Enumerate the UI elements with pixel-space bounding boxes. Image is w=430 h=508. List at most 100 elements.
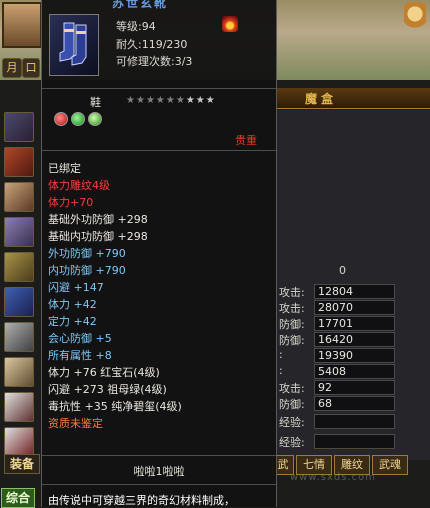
star-icon: ★ bbox=[195, 95, 206, 106]
divider bbox=[42, 484, 276, 485]
attribute-line: 基础内功防御 +298 bbox=[48, 230, 148, 243]
stat-row: 防御: 17701 bbox=[275, 316, 430, 331]
attribute-line: 资质未鉴定 bbox=[48, 417, 103, 430]
panel-button-wuhun[interactable]: 武魂 bbox=[372, 455, 408, 475]
stat-row: 经验: bbox=[275, 434, 430, 449]
stats-panel: 0 攻击: 12804 攻击: 28070 防御: 17701 防御: 16420 : 1… bbox=[275, 110, 430, 460]
attribute-list: 已绑定 体力雕纹4级 体力+70 基础外功防御 +298 基础内功防御 +298… bbox=[48, 160, 268, 432]
stat-label: : bbox=[279, 348, 283, 361]
item-owner: 啦啦1啦啦 bbox=[133, 465, 185, 478]
stat-label: 防御: bbox=[279, 398, 305, 411]
attribute-line: 所有属性 +8 bbox=[48, 349, 112, 362]
stat-row: 防御: 68 bbox=[275, 396, 430, 411]
divider bbox=[42, 455, 276, 456]
equip-slot-bracer[interactable] bbox=[4, 147, 34, 177]
stat-row: 防御: 16420 bbox=[275, 332, 430, 347]
item-repair-count: 可修理次数:3/3 bbox=[116, 55, 193, 68]
attribute-line: 体力+70 bbox=[48, 196, 94, 209]
stat-label: 经验: bbox=[279, 436, 305, 449]
star-icon: ★ bbox=[155, 95, 166, 106]
stat-value: 16420 bbox=[314, 332, 395, 347]
star-icon: ★ bbox=[126, 95, 136, 106]
stat-value: 19390 bbox=[314, 348, 395, 363]
stat-value bbox=[314, 414, 395, 429]
stat-label: 攻击: bbox=[279, 382, 305, 395]
flame-icon bbox=[222, 16, 238, 32]
panel-header-title: 魔盒 bbox=[305, 92, 338, 106]
star-icon: ★ bbox=[175, 95, 186, 106]
stat-row: 0 bbox=[275, 264, 430, 278]
star-rating: ★★★★★★★★★ bbox=[126, 95, 216, 106]
equip-slot-weapon[interactable] bbox=[4, 112, 34, 142]
combo-tab[interactable]: 综合 bbox=[1, 488, 35, 508]
item-level: 等级:94 bbox=[116, 20, 156, 33]
stat-row: 攻击: 28070 bbox=[275, 300, 430, 315]
side-button-mouth[interactable]: 口 bbox=[22, 58, 40, 78]
stat-row: : 19390 bbox=[275, 348, 430, 363]
divider bbox=[42, 150, 276, 151]
attribute-line: 体力 +42 bbox=[48, 298, 97, 311]
stat-value bbox=[314, 434, 395, 449]
attribute-line: 毒抗性 +35 纯净碧玺(4级) bbox=[48, 400, 182, 413]
stat-row: 攻击: 12804 bbox=[275, 284, 430, 299]
stat-value: 17701 bbox=[314, 316, 395, 331]
stat-label: 防御: bbox=[279, 334, 305, 347]
gem-sockets bbox=[54, 112, 105, 129]
star-icon: ★ bbox=[185, 95, 196, 106]
equip-slot-ring-2[interactable] bbox=[4, 357, 34, 387]
attribute-line: 闪避 +273 祖母绿(4级) bbox=[48, 383, 167, 396]
item-type: 鞋 bbox=[90, 96, 101, 109]
emerald-gem-icon bbox=[71, 112, 85, 126]
attribute-line: 定力 +42 bbox=[48, 315, 97, 328]
item-durability: 耐久:119/230 bbox=[116, 38, 188, 51]
stat-row: 攻击: 92 bbox=[275, 380, 430, 395]
star-icon: ★ bbox=[145, 95, 156, 106]
stat-value: 12804 bbox=[314, 284, 395, 299]
attribute-line: 已绑定 bbox=[48, 162, 81, 175]
stat-label: 经验: bbox=[279, 416, 305, 429]
stat-row: 经验: bbox=[275, 414, 430, 429]
equipment-slots bbox=[4, 112, 34, 462]
stat-value: 5408 bbox=[314, 364, 395, 379]
stat-value: 0 bbox=[339, 264, 346, 277]
item-tooltip: 苏世玄靴 等级:94 耐久:119/230 可修理次数:3/3 鞋 ★★★★★★… bbox=[41, 0, 277, 507]
stat-row: : 5408 bbox=[275, 364, 430, 379]
stat-value: 68 bbox=[314, 396, 395, 411]
attribute-line: 外功防御 +790 bbox=[48, 247, 126, 260]
equip-slot-boots[interactable] bbox=[4, 287, 34, 317]
equip-slot-charm[interactable] bbox=[4, 392, 34, 422]
stat-value: 28070 bbox=[314, 300, 395, 315]
boots-graphic bbox=[59, 22, 87, 66]
stat-label: 攻击: bbox=[279, 302, 305, 315]
item-description: 由传说中可穿越三界的奇幻材料制成， bbox=[48, 494, 235, 507]
player-portrait[interactable] bbox=[2, 2, 42, 48]
attribute-line: 基础外功防御 +298 bbox=[48, 213, 148, 226]
side-button-month[interactable]: 月 bbox=[2, 58, 22, 78]
equip-tab[interactable]: 装备 bbox=[4, 454, 40, 474]
stat-value: 92 bbox=[314, 380, 395, 395]
equip-slot-belt[interactable] bbox=[4, 252, 34, 282]
attribute-line: 会心防御 +5 bbox=[48, 332, 112, 345]
boots-icon bbox=[49, 14, 99, 76]
ruby-gem-icon bbox=[54, 112, 68, 126]
tourmaline-gem-icon bbox=[88, 112, 102, 126]
stat-label: 防御: bbox=[279, 318, 305, 331]
attribute-line: 体力雕纹4级 bbox=[48, 179, 110, 192]
attribute-line: 体力 +76 红宝石(4级) bbox=[48, 366, 160, 379]
star-icon: ★ bbox=[135, 95, 146, 106]
item-rarity: 贵重 bbox=[235, 134, 257, 147]
panel-header: 魔盒 bbox=[275, 88, 430, 109]
stat-label: : bbox=[279, 364, 283, 377]
attribute-line: 闪避 +147 bbox=[48, 281, 104, 294]
attribute-line: 内功防御 +790 bbox=[48, 264, 126, 277]
equip-slot-charm-2[interactable] bbox=[4, 427, 34, 457]
watermark: www.sxds.com bbox=[290, 472, 377, 483]
divider bbox=[42, 88, 276, 89]
equip-slot-ring[interactable] bbox=[4, 322, 34, 352]
mascot-icon[interactable] bbox=[404, 2, 426, 36]
star-icon: ★ bbox=[165, 95, 176, 106]
equip-slot-bracelet[interactable] bbox=[4, 182, 34, 212]
equip-slot-armor[interactable] bbox=[4, 217, 34, 247]
item-title: 苏世玄靴 bbox=[112, 0, 169, 10]
star-icon: ★ bbox=[205, 95, 216, 106]
